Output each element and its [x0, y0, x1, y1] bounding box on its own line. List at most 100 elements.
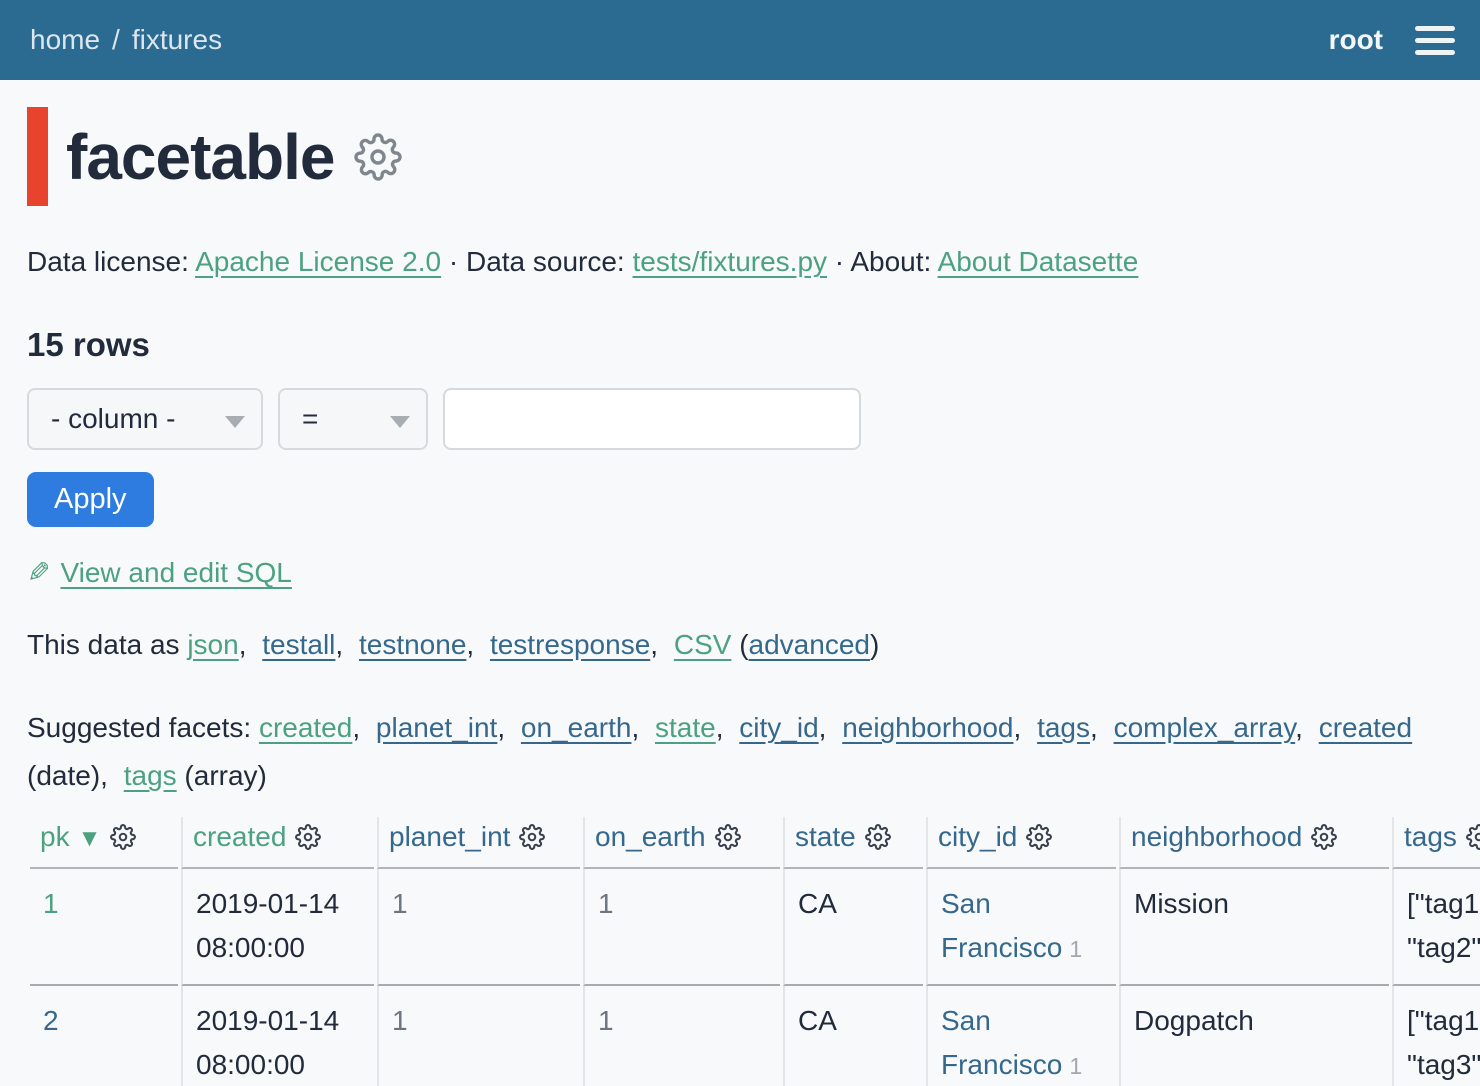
facets-prefix: Suggested facets:	[27, 712, 251, 743]
filter-operator-select[interactable]: =	[278, 388, 428, 450]
hamburger-menu-icon[interactable]	[1415, 22, 1455, 59]
column-menu-gear-icon[interactable]	[295, 824, 321, 857]
about-label: About:	[850, 246, 931, 277]
facet-link-tags[interactable]: tags	[1037, 712, 1090, 743]
table-header-row: pk ▼ created planet_int on_earth state ci…	[30, 817, 1480, 869]
column-header-pk: pk ▼	[30, 817, 178, 869]
license-link[interactable]: Apache License 2.0	[195, 246, 441, 277]
sort-desc-icon: ▼	[78, 825, 102, 852]
export-link-json[interactable]: json	[187, 629, 238, 660]
column-header-on-earth-link[interactable]: on_earth	[595, 821, 706, 852]
column-header-tags-link[interactable]: tags	[1404, 821, 1457, 852]
city-id-suffix: 1	[1069, 1053, 1082, 1079]
apply-button[interactable]: Apply	[27, 472, 154, 527]
column-menu-gear-icon[interactable]	[865, 824, 891, 857]
export-link-testresponse[interactable]: testresponse	[490, 629, 650, 660]
filter-row: - column - =	[27, 388, 1453, 450]
facet-link-state[interactable]: state	[655, 712, 716, 743]
table-row: 2 2019-01-14 08:00:00 1 1 CA San Francis…	[30, 986, 1480, 1086]
facet-link-created[interactable]: created	[259, 712, 352, 743]
cell-pk: 1	[30, 869, 178, 986]
pencil-icon: ✎	[27, 556, 50, 589]
column-header-planet-int: planet_int	[377, 817, 580, 869]
export-link-advanced[interactable]: advanced	[749, 629, 870, 660]
column-header-tags: tags	[1392, 817, 1480, 869]
on-earth-value: 1	[598, 1005, 614, 1036]
main-content: facetable Data license: Apache License 2…	[0, 107, 1480, 1086]
cell-created: 2019-01-14 08:00:00	[181, 986, 374, 1086]
facet-link-city-id[interactable]: city_id	[739, 712, 818, 743]
page-title-row: facetable	[27, 107, 1453, 206]
facet-suffix: (array)	[177, 760, 267, 791]
facet-link-tags-array[interactable]: tags	[124, 760, 177, 791]
cell-pk: 2	[30, 986, 178, 1086]
cell-neighborhood: Mission	[1119, 869, 1389, 986]
cell-created: 2019-01-14 08:00:00	[181, 869, 374, 986]
suggested-facets-row: Suggested facets: created, planet_int, o…	[27, 704, 1453, 800]
column-header-pk-link[interactable]: pk	[40, 821, 70, 852]
row-pk-link[interactable]: 2	[43, 1005, 59, 1036]
cell-tags: ["tag1", "tag2"]	[1392, 869, 1480, 986]
breadcrumb-separator: /	[112, 24, 120, 56]
column-menu-gear-icon[interactable]	[715, 824, 741, 857]
filter-value-input[interactable]	[443, 388, 861, 450]
planet-int-value: 1	[392, 1005, 408, 1036]
comma-separator: ,	[819, 712, 827, 743]
cell-on-earth: 1	[583, 986, 780, 1086]
facet-link-complex-array[interactable]: complex_array	[1114, 712, 1296, 743]
comma-separator: ,	[650, 629, 658, 660]
facet-link-planet-int[interactable]: planet_int	[376, 712, 497, 743]
column-header-city-id-link[interactable]: city_id	[938, 821, 1017, 852]
paren-open: (	[739, 629, 748, 660]
column-header-on-earth: on_earth	[583, 817, 780, 869]
comma-separator: ,	[716, 712, 724, 743]
sql-link-row: ✎ View and edit SQL	[27, 556, 1453, 589]
tags-value: ["tag1", "tag3"]	[1407, 1005, 1480, 1080]
facet-suffix: (date)	[27, 760, 100, 791]
table-row: 1 2019-01-14 08:00:00 1 1 CA San Francis…	[30, 869, 1480, 986]
column-menu-gear-icon[interactable]	[1466, 824, 1480, 857]
top-navigation-bar: home / fixtures root	[0, 0, 1480, 80]
column-header-planet-int-link[interactable]: planet_int	[389, 821, 510, 852]
column-header-created-link[interactable]: created	[193, 821, 286, 852]
column-header-created: created	[181, 817, 374, 869]
state-value: CA	[798, 888, 837, 919]
cell-planet-int: 1	[377, 986, 580, 1086]
cell-state: CA	[783, 986, 923, 1086]
city-link[interactable]: San Francisco	[941, 888, 1062, 963]
column-menu-gear-icon[interactable]	[1311, 824, 1337, 857]
column-header-state: state	[783, 817, 923, 869]
column-menu-gear-icon[interactable]	[110, 824, 136, 857]
paren-close: )	[870, 629, 879, 660]
export-link-csv[interactable]: CSV	[674, 629, 732, 660]
source-link[interactable]: tests/fixtures.py	[633, 246, 828, 277]
planet-int-value: 1	[392, 888, 408, 919]
cell-planet-int: 1	[377, 869, 580, 986]
column-menu-gear-icon[interactable]	[1026, 824, 1052, 857]
export-link-testall[interactable]: testall	[262, 629, 335, 660]
export-link-testnone[interactable]: testnone	[359, 629, 466, 660]
user-menu-label[interactable]: root	[1329, 24, 1383, 56]
cell-state: CA	[783, 869, 923, 986]
table-settings-gear-icon[interactable]	[354, 133, 402, 181]
row-pk-link[interactable]: 1	[43, 888, 59, 919]
neighborhood-value: Mission	[1134, 888, 1229, 919]
breadcrumb: home / fixtures	[30, 24, 222, 56]
breadcrumb-current-link[interactable]: fixtures	[132, 24, 222, 56]
column-menu-gear-icon[interactable]	[519, 824, 545, 857]
chevron-down-icon	[390, 416, 410, 428]
comma-separator: ,	[100, 760, 108, 791]
view-edit-sql-link[interactable]: View and edit SQL	[60, 557, 291, 588]
about-link[interactable]: About Datasette	[938, 246, 1139, 277]
facet-link-created-date[interactable]: created	[1319, 712, 1412, 743]
column-header-state-link[interactable]: state	[795, 821, 856, 852]
facet-link-on-earth[interactable]: on_earth	[521, 712, 632, 743]
city-link[interactable]: San Francisco	[941, 1005, 1062, 1080]
facet-link-neighborhood[interactable]: neighborhood	[842, 712, 1013, 743]
breadcrumb-home-link[interactable]: home	[30, 24, 100, 56]
filter-column-select[interactable]: - column -	[27, 388, 263, 450]
column-header-neighborhood-link[interactable]: neighborhood	[1131, 821, 1302, 852]
title-accent-bar	[27, 107, 48, 206]
column-header-neighborhood: neighborhood	[1119, 817, 1389, 869]
results-table: pk ▼ created planet_int on_earth state ci…	[27, 817, 1480, 1086]
